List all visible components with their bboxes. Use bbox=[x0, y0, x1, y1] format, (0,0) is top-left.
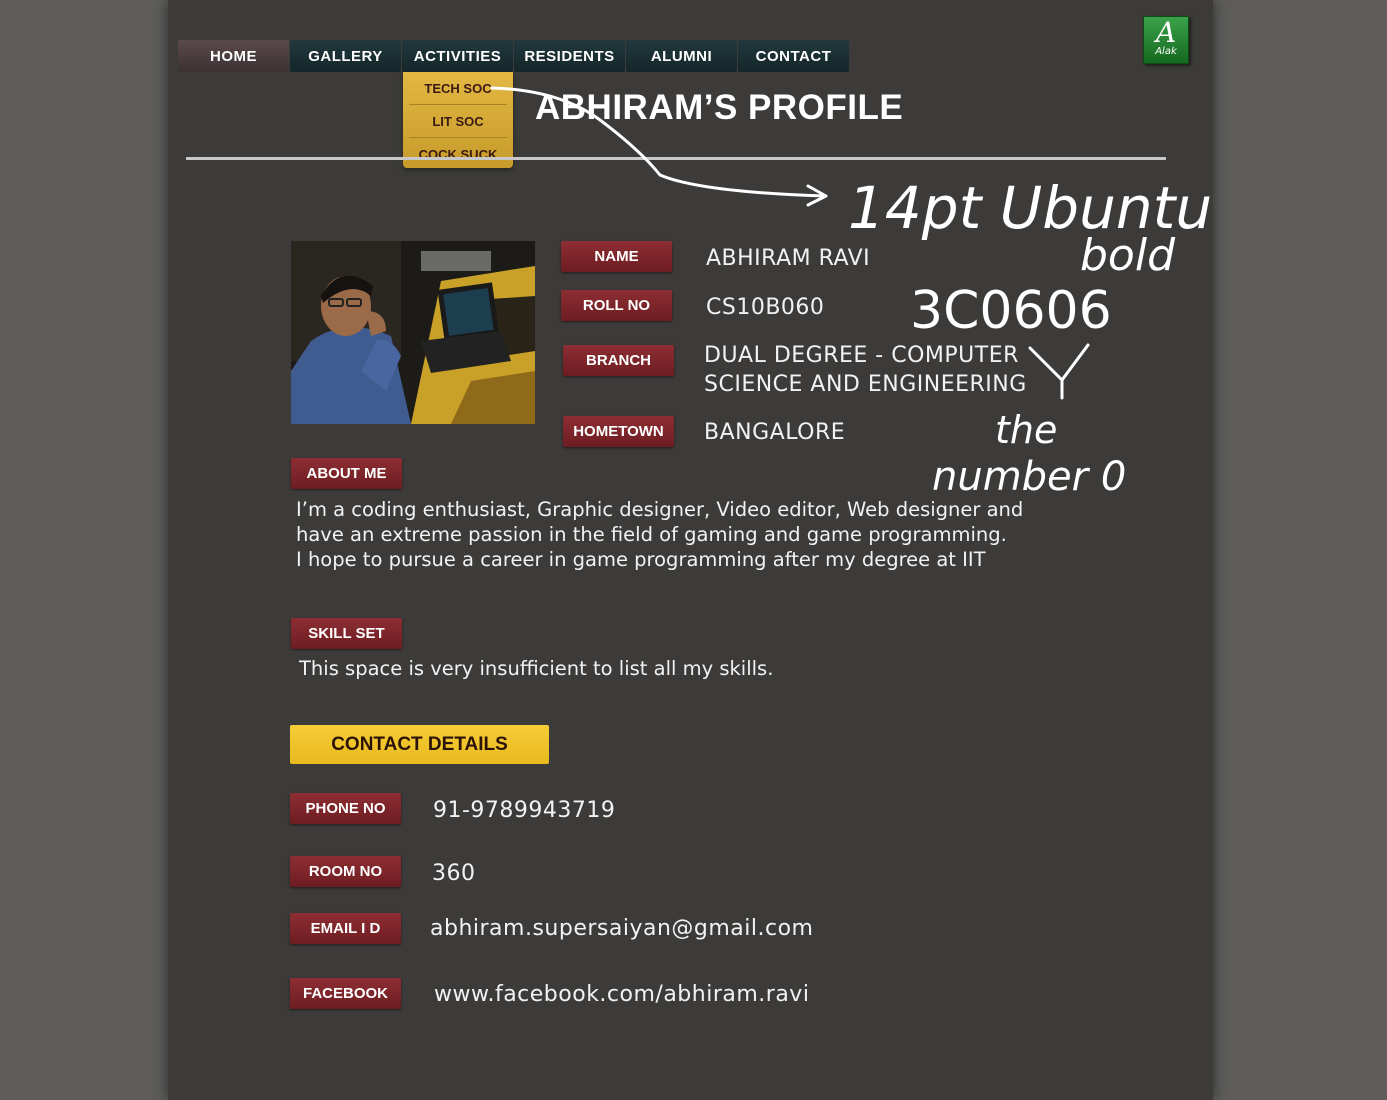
name-label: NAME bbox=[561, 241, 672, 272]
name-value: ABHIRAM RAVI bbox=[706, 246, 871, 271]
email-value[interactable]: abhiram.supersaiyan@gmail.com bbox=[430, 914, 813, 943]
nav-alumni[interactable]: ALUMNI bbox=[626, 40, 737, 72]
logo-letter: A bbox=[1155, 16, 1177, 49]
roll-no-label: ROLL NO bbox=[561, 290, 672, 321]
main-nav: HOME GALLERY ACTIVITIES RESIDENTS ALUMNI… bbox=[178, 40, 850, 72]
profile-photo-image bbox=[291, 241, 535, 424]
dropdown-item-tech-soc[interactable]: TECH SOC bbox=[403, 72, 513, 104]
nav-home[interactable]: HOME bbox=[178, 40, 289, 72]
hometown-label: HOMETOWN bbox=[563, 416, 674, 447]
email-label: EMAIL I D bbox=[290, 913, 401, 944]
phone-value: 91-9789943719 bbox=[433, 798, 616, 823]
facebook-link[interactable]: www.facebook.com/abhiram.ravi bbox=[434, 980, 809, 1009]
nav-activities[interactable]: ACTIVITIES bbox=[402, 40, 513, 72]
skill-set-text: This space is very insufficient to list … bbox=[299, 657, 774, 680]
page-title: ABHIRAM’S PROFILE bbox=[535, 88, 904, 127]
nav-gallery[interactable]: GALLERY bbox=[290, 40, 401, 72]
profile-photo bbox=[291, 241, 535, 424]
nav-contact[interactable]: CONTACT bbox=[738, 40, 849, 72]
facebook-label: FACEBOOK bbox=[290, 978, 401, 1009]
phone-label: PHONE NO bbox=[290, 793, 401, 824]
title-divider bbox=[186, 157, 1166, 160]
about-me-label: ABOUT ME bbox=[291, 458, 402, 489]
alak-logo[interactable]: A Alak bbox=[1143, 16, 1189, 64]
activities-dropdown: TECH SOC LIT SOC COCK SUCK bbox=[403, 72, 513, 168]
contact-details-heading: CONTACT DETAILS bbox=[290, 725, 549, 764]
branch-label: BRANCH bbox=[563, 345, 674, 376]
branch-value: DUAL DEGREE - COMPUTER SCIENCE AND ENGIN… bbox=[704, 343, 1027, 397]
room-label: ROOM NO bbox=[290, 856, 401, 887]
page-container: HOME GALLERY ACTIVITIES RESIDENTS ALUMNI… bbox=[168, 0, 1213, 1100]
dropdown-item-3[interactable]: COCK SUCK bbox=[403, 138, 513, 170]
nav-residents[interactable]: RESIDENTS bbox=[514, 40, 625, 72]
logo-text: Alak bbox=[1155, 46, 1177, 57]
hometown-value: BANGALORE bbox=[704, 420, 846, 445]
dropdown-item-lit-soc[interactable]: LIT SOC bbox=[403, 105, 513, 137]
skill-set-label: SKILL SET bbox=[291, 618, 402, 649]
roll-no-value: CS10B060 bbox=[706, 295, 825, 320]
about-me-text: I’m a coding enthusiast, Graphic designe… bbox=[296, 498, 1024, 571]
room-value: 360 bbox=[432, 861, 476, 886]
